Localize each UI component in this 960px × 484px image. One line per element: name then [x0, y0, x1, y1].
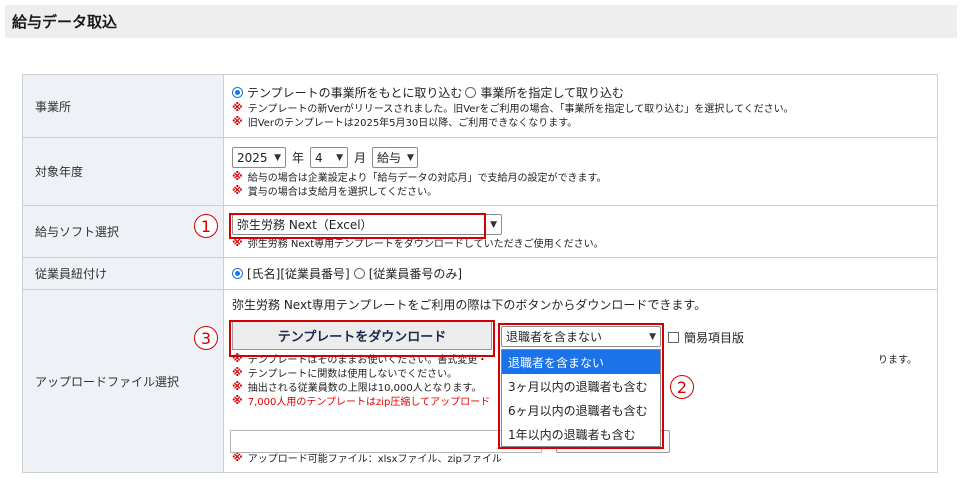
- radio-template-office-label: テンプレートの事業所をもとに取り込む: [247, 85, 463, 100]
- chevron-down-icon: ▼: [274, 152, 281, 163]
- label-year: 対象年度: [22, 137, 224, 206]
- warning-mark: ※: [232, 170, 243, 183]
- warning-mark: ※: [232, 101, 243, 114]
- radio-number-only-label: [従業員番号のみ]: [368, 267, 463, 281]
- warning-mark: ※: [232, 184, 243, 197]
- month-unit: 月: [354, 151, 367, 165]
- month-select-value: 4: [315, 150, 323, 165]
- row-year: 対象年度 2025 ▼ 年 4 ▼ 月 給与 ▼ ※ 給与の場合は企業設定より「給与デー…: [22, 137, 938, 206]
- payment-type-select[interactable]: 給与 ▼: [372, 147, 419, 168]
- import-form: 事業所 テンプレートの事業所をもとに取り込む 事業所を指定して取り込む ※ テンプ…: [22, 74, 938, 473]
- upload-notes: ※ テンプレートはそのままお使いください。書式変更・ ※ テンプレートに関数は使用し…: [232, 351, 491, 408]
- warning-mark: ※: [232, 115, 243, 128]
- label-employee-link: 従業員紐付け: [22, 257, 224, 290]
- year-select-value: 2025: [237, 150, 268, 165]
- label-office: 事業所: [22, 74, 224, 138]
- page-title: 給与データ取込: [12, 13, 118, 31]
- marker-1: 1: [194, 214, 218, 238]
- marker-3: 3: [194, 326, 218, 350]
- warning-mark: ※: [232, 365, 243, 379]
- label-upload: アップロードファイル選択: [22, 289, 224, 473]
- payment-type-value: 給与: [377, 151, 402, 165]
- year-note-1: 給与の場合は企業設定より「給与データの対応月」で支給月の設定ができます。: [247, 173, 607, 184]
- label-software: 給与ソフト選択: [22, 205, 224, 258]
- upload-intro: 弥生労務 Next専用テンプレートをご利用の際は下のボタンからダウンロードできま…: [232, 298, 707, 312]
- office-note-1: テンプレートの新Verがリリースされました。旧Verをご利用の場合、「事業所を指…: [247, 104, 794, 115]
- upload-note-2: テンプレートに関数は使用しないでください。: [247, 368, 458, 380]
- year-note-2: 賞与の場合は支給月を選択してください。: [247, 187, 438, 198]
- simple-version-option[interactable]: 簡易項目版: [668, 329, 744, 346]
- radio-specify-office[interactable]: [465, 86, 477, 98]
- highlight-box-download: [229, 320, 495, 357]
- value-year: 2025 ▼ 年 4 ▼ 月 給与 ▼ ※ 給与の場合は企業設定より「給与データの対応月…: [223, 137, 938, 206]
- value-employee-link: [氏名][従業員番号] [従業員番号のみ]: [223, 257, 938, 290]
- highlight-box-software: [229, 213, 486, 239]
- warning-mark: ※: [232, 379, 243, 393]
- office-note-2: 旧Verのテンプレートは2025年5月30日以降、ご利用できなくなります。: [247, 118, 578, 129]
- chevron-down-icon: ▼: [407, 152, 414, 163]
- value-office: テンプレートの事業所をもとに取り込む 事業所を指定して取り込む ※ テンプレートの…: [223, 74, 938, 138]
- upload-note-4: 7,000人用のテンプレートはzip圧縮してアップロード: [247, 396, 491, 408]
- marker-2: 2: [670, 375, 694, 399]
- year-select[interactable]: 2025 ▼: [232, 147, 286, 168]
- radio-name-and-number-label: [氏名][従業員番号]: [247, 267, 350, 281]
- upload-note-1-tail: ります。: [878, 354, 917, 366]
- simple-version-checkbox[interactable]: [668, 332, 679, 343]
- radio-specify-office-label: 事業所を指定して取り込む: [480, 85, 625, 100]
- row-office: 事業所 テンプレートの事業所をもとに取り込む 事業所を指定して取り込む ※ テンプ…: [22, 74, 938, 138]
- row-employee-link: 従業員紐付け [氏名][従業員番号] [従業員番号のみ]: [22, 257, 938, 290]
- simple-version-label: 簡易項目版: [684, 331, 745, 345]
- year-unit: 年: [292, 151, 305, 165]
- highlight-box-retiree: [498, 323, 664, 449]
- radio-name-and-number[interactable]: [232, 268, 243, 279]
- radio-number-only[interactable]: [353, 268, 365, 279]
- month-select[interactable]: 4 ▼: [310, 147, 349, 168]
- chevron-down-icon: ▼: [336, 152, 344, 163]
- file-input[interactable]: [230, 430, 542, 453]
- chevron-down-icon: ▼: [490, 219, 497, 230]
- upload-note-3: 抽出される従業員数の上限は10,000人となります。: [247, 382, 482, 394]
- page-header: 給与データ取込: [5, 5, 957, 38]
- warning-mark: ※: [232, 393, 243, 407]
- radio-template-office[interactable]: [232, 86, 243, 98]
